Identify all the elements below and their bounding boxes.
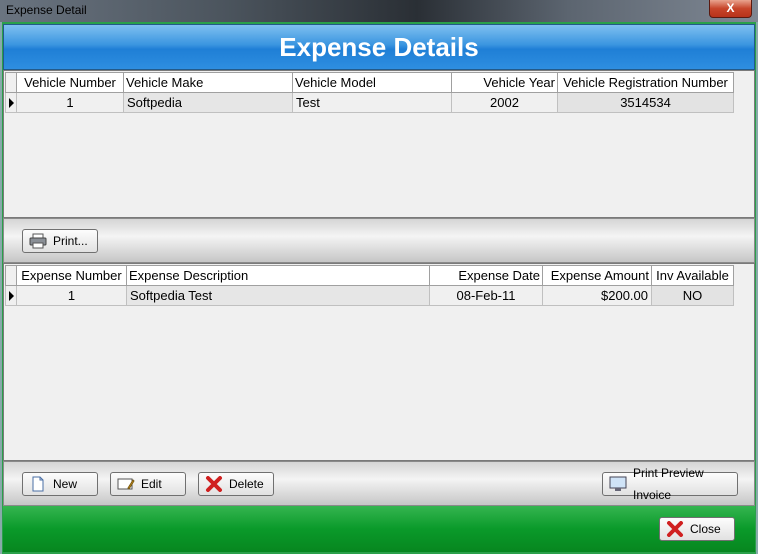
vehicle-grid[interactable]: Vehicle Number Vehicle Make Vehicle Mode…	[3, 70, 755, 218]
edit-button[interactable]: Edit	[110, 472, 186, 496]
cell-vehicle-model[interactable]: Test	[292, 92, 452, 113]
column-header-vehicle-make[interactable]: Vehicle Make	[123, 72, 293, 93]
row-header-corner	[5, 72, 17, 93]
delete-button-label: Delete	[229, 477, 264, 491]
cell-vehicle-registration[interactable]: 3514534	[557, 92, 734, 113]
cell-expense-number[interactable]: 1	[16, 285, 127, 306]
cell-expense-date[interactable]: 08-Feb-11	[429, 285, 543, 306]
column-header-vehicle-model[interactable]: Vehicle Model	[292, 72, 452, 93]
column-header-vehicle-number[interactable]: Vehicle Number	[16, 72, 124, 93]
print-toolbar: Print...	[3, 218, 755, 263]
window-title: Expense Detail	[6, 3, 87, 17]
column-header-vehicle-registration[interactable]: Vehicle Registration Number	[557, 72, 734, 93]
expense-grid-header: Expense Number Expense Description Expen…	[5, 265, 734, 286]
current-row-arrow-icon	[9, 290, 14, 301]
print-preview-invoice-label: Print Preview Invoice	[633, 466, 704, 502]
new-button[interactable]: New	[22, 472, 98, 496]
header-banner: Expense Details	[3, 24, 755, 70]
cell-vehicle-year[interactable]: 2002	[451, 92, 558, 113]
table-row[interactable]: 1 Softpedia Test 08-Feb-11 $200.00 NO	[5, 285, 734, 306]
close-button[interactable]: Close	[659, 517, 735, 541]
page-title: Expense Details	[279, 32, 479, 62]
title-bar[interactable]: Expense Detail X	[0, 0, 758, 22]
row-selector[interactable]	[5, 92, 17, 113]
cell-expense-description[interactable]: Softpedia Test	[126, 285, 430, 306]
cell-expense-amount[interactable]: $200.00	[542, 285, 652, 306]
print-preview-invoice-button[interactable]: Print Preview Invoice	[602, 466, 738, 502]
row-header-corner	[5, 265, 17, 286]
printer-icon	[29, 233, 47, 249]
row-selector[interactable]	[5, 285, 17, 306]
footer-bar: Close	[3, 506, 755, 552]
vehicle-grid-header: Vehicle Number Vehicle Make Vehicle Mode…	[5, 72, 734, 93]
column-header-vehicle-year[interactable]: Vehicle Year	[451, 72, 558, 93]
window-close-button[interactable]: X	[709, 0, 752, 18]
close-x-icon	[666, 521, 684, 537]
delete-button[interactable]: Delete	[198, 472, 274, 496]
column-header-expense-number[interactable]: Expense Number	[16, 265, 127, 286]
print-button-label: Print...	[53, 234, 88, 248]
action-toolbar: New Edit Delete Print Preview Invoice	[3, 461, 755, 506]
monitor-icon	[609, 476, 627, 492]
column-header-expense-description[interactable]: Expense Description	[126, 265, 430, 286]
edit-button-label: Edit	[141, 477, 162, 491]
new-document-icon	[29, 476, 47, 492]
table-row[interactable]: 1 Softpedia Test 2002 3514534	[5, 92, 734, 113]
close-button-label: Close	[690, 522, 721, 536]
delete-x-icon	[205, 476, 223, 492]
print-button[interactable]: Print...	[22, 229, 98, 253]
edit-icon	[117, 476, 135, 492]
cell-vehicle-make[interactable]: Softpedia	[123, 92, 293, 113]
cell-inv-available[interactable]: NO	[651, 285, 734, 306]
current-row-arrow-icon	[9, 97, 14, 108]
column-header-expense-date[interactable]: Expense Date	[429, 265, 543, 286]
column-header-inv-available[interactable]: Inv Available	[651, 265, 734, 286]
column-header-expense-amount[interactable]: Expense Amount	[542, 265, 652, 286]
expense-grid[interactable]: Expense Number Expense Description Expen…	[3, 263, 755, 461]
cell-vehicle-number[interactable]: 1	[16, 92, 124, 113]
new-button-label: New	[53, 477, 78, 491]
